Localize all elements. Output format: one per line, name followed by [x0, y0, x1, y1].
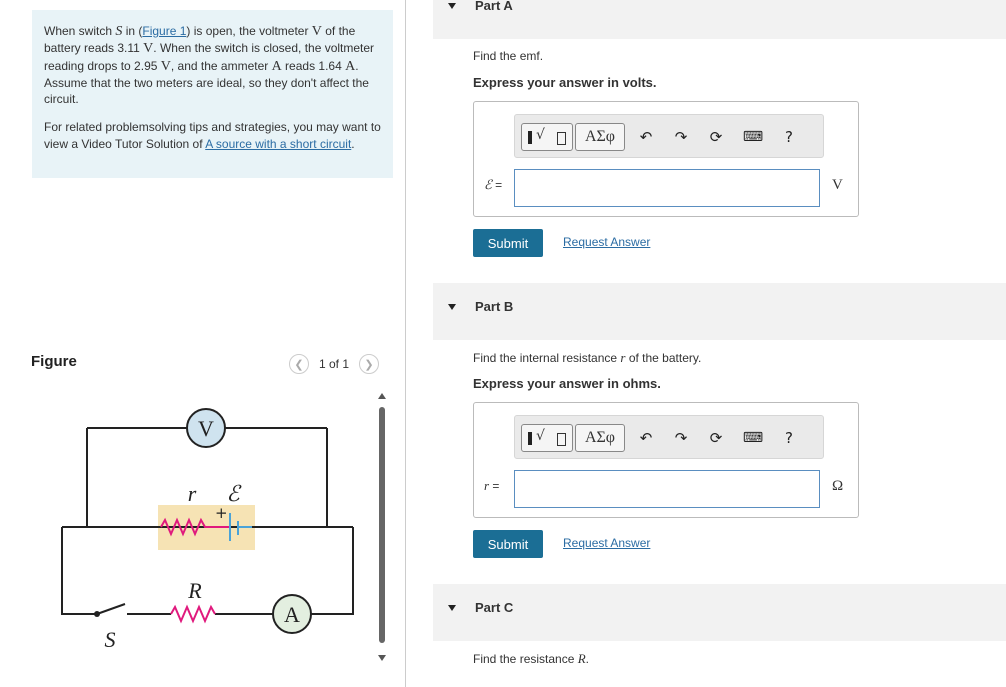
- part-b-submit-button[interactable]: Submit: [473, 530, 543, 558]
- scroll-up-icon[interactable]: [378, 393, 386, 399]
- part-b-request-answer-link[interactable]: Request Answer: [563, 536, 650, 550]
- part-a-instruction: Express your answer in volts.: [473, 75, 657, 90]
- switch-lever: [96, 603, 126, 615]
- math-toolbar: √ ΑΣφ ↶ ↷ ⟳ ⌨ ?: [514, 415, 824, 459]
- problem-panel: When switch S in (Figure 1) is open, the…: [0, 0, 405, 687]
- redo-icon[interactable]: ↷: [669, 426, 693, 450]
- part-c-label: Part C: [475, 600, 514, 615]
- r-variable-label: r =: [484, 478, 500, 493]
- circuit-diagram: + V A r ℰ R S: [61, 408, 354, 652]
- switch-label: S: [105, 627, 116, 652]
- emf-variable-label: ℰ =: [484, 177, 503, 192]
- keyboard-icon[interactable]: ⌨: [741, 426, 765, 450]
- reset-icon[interactable]: ⟳: [704, 125, 728, 149]
- voltmeter-label: V: [198, 416, 214, 441]
- emf-answer-input[interactable]: [514, 169, 820, 207]
- part-b-label: Part B: [475, 299, 514, 314]
- part-b-question: Find the internal resistance r of the ba…: [473, 350, 702, 365]
- ammeter-symbol: A: [271, 58, 282, 74]
- undo-icon[interactable]: ↶: [634, 125, 658, 149]
- internal-resistance-label: r: [188, 481, 197, 506]
- video-tutor-link[interactable]: A source with a short circuit: [205, 137, 351, 151]
- template-icon[interactable]: √: [521, 123, 573, 151]
- problem-statement: When switch S in (Figure 1) is open, the…: [32, 10, 393, 178]
- r-answer-input[interactable]: [514, 470, 820, 508]
- resistance-label: R: [187, 578, 202, 603]
- ohm-unit: Ω: [832, 478, 844, 494]
- part-b-header[interactable]: Part B: [433, 283, 1006, 340]
- collapse-triangle-icon[interactable]: [448, 304, 456, 310]
- ammeter-label: A: [284, 602, 300, 627]
- part-b-answer-box: √ ΑΣφ ↶ ↷ ⟳ ⌨ ? r = Ω: [473, 402, 859, 518]
- chevron-right-icon[interactable]: ❯: [359, 354, 380, 374]
- chevron-left-icon[interactable]: ❮: [289, 354, 309, 374]
- undo-icon[interactable]: ↶: [634, 426, 658, 450]
- part-a-submit-button[interactable]: Submit: [473, 229, 543, 257]
- part-c-question: Find the resistance R.: [473, 651, 590, 666]
- symbols-button[interactable]: ΑΣφ: [575, 123, 625, 151]
- resistor-R: [170, 604, 216, 624]
- help-icon[interactable]: ?: [777, 426, 801, 450]
- part-a-header[interactable]: Part A: [433, 0, 1006, 39]
- parts-panel: Part A Find the emf. Express your answer…: [406, 0, 1006, 687]
- reset-icon[interactable]: ⟳: [704, 426, 728, 450]
- figure-title: Figure: [31, 353, 77, 370]
- battery-plus-label: +: [215, 504, 228, 522]
- collapse-triangle-icon[interactable]: [448, 3, 456, 9]
- figure-pager: ❮ 1 of 1 ❯: [289, 353, 380, 375]
- symbols-button[interactable]: ΑΣφ: [575, 424, 625, 452]
- keyboard-icon[interactable]: ⌨: [741, 125, 765, 149]
- part-a-label: Part A: [475, 0, 513, 13]
- figure-link[interactable]: Figure 1: [142, 24, 186, 38]
- collapse-triangle-icon[interactable]: [448, 605, 456, 611]
- math-toolbar: √ ΑΣφ ↶ ↷ ⟳ ⌨ ?: [514, 114, 824, 158]
- scroll-down-icon[interactable]: [378, 655, 386, 661]
- wire: [311, 527, 354, 615]
- part-a-request-answer-link[interactable]: Request Answer: [563, 235, 650, 249]
- problem-paragraph-2: For related problemsolving tips and stra…: [44, 120, 381, 151]
- part-a-answer-box: √ ΑΣφ ↶ ↷ ⟳ ⌨ ? ℰ = V: [473, 101, 859, 217]
- lower-loop-wire: [61, 527, 95, 615]
- figure-page-count: 1 of 1: [319, 357, 350, 371]
- figure-scrollbar[interactable]: [378, 393, 386, 663]
- problem-paragraph-1: When switch S in (Figure 1) is open, the…: [44, 24, 375, 107]
- emf-label: ℰ: [226, 481, 242, 506]
- redo-icon[interactable]: ↷: [669, 125, 693, 149]
- emf-unit: V: [832, 177, 843, 193]
- scroll-thumb[interactable]: [379, 407, 385, 643]
- template-icon[interactable]: √: [521, 424, 573, 452]
- voltmeter-symbol: V: [311, 24, 322, 39]
- part-a-question: Find the emf.: [473, 49, 544, 63]
- part-b-instruction: Express your answer in ohms.: [473, 376, 661, 391]
- help-icon[interactable]: ?: [777, 125, 801, 149]
- part-c-header[interactable]: Part C: [433, 584, 1006, 641]
